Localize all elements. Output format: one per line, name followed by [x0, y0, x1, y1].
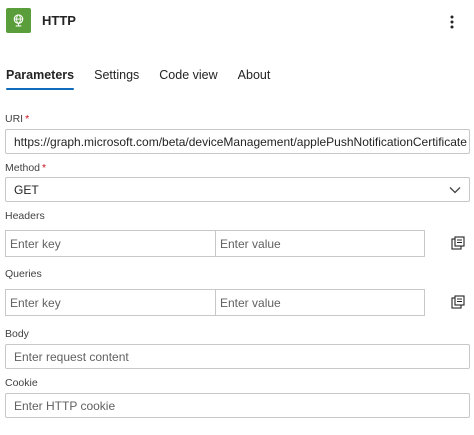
switch-to-text-mode-icon: [451, 236, 465, 250]
switch-to-text-mode-icon: [451, 295, 465, 309]
queries-label: Queries: [5, 268, 42, 280]
cookie-placeholder: Enter HTTP cookie: [14, 398, 116, 413]
cookie-label: Cookie: [5, 377, 38, 389]
method-value: GET: [14, 182, 39, 197]
body-label: Body: [5, 328, 29, 340]
query-value-placeholder: Enter value: [220, 295, 281, 310]
header-key-input[interactable]: Enter key: [5, 230, 216, 257]
tab-about[interactable]: About: [238, 68, 271, 90]
more-options-button[interactable]: [446, 13, 458, 31]
uri-value: https://graph.microsoft.com/beta/deviceM…: [14, 134, 467, 149]
query-value-input[interactable]: Enter value: [215, 289, 425, 316]
globe-icon: [13, 14, 24, 27]
cookie-input[interactable]: Enter HTTP cookie: [5, 393, 470, 418]
uri-label: URI *: [5, 113, 29, 125]
header-value-input[interactable]: Enter value: [215, 230, 425, 257]
query-key-input[interactable]: Enter key: [5, 289, 216, 316]
headers-label: Headers: [5, 210, 45, 222]
body-placeholder: Enter request content: [14, 349, 129, 364]
required-mark: *: [42, 162, 47, 174]
method-dropdown[interactable]: GET: [5, 177, 470, 202]
header-key-placeholder: Enter key: [10, 236, 61, 251]
more-vertical-icon: [450, 15, 454, 29]
action-title: HTTP: [42, 13, 76, 28]
uri-label-text: URI: [5, 113, 24, 125]
uri-input[interactable]: https://graph.microsoft.com/beta/deviceM…: [5, 129, 470, 154]
headers-text-mode-button[interactable]: [450, 235, 466, 251]
body-input[interactable]: Enter request content: [5, 344, 470, 369]
tab-code-view[interactable]: Code view: [159, 68, 217, 90]
query-key-placeholder: Enter key: [10, 295, 61, 310]
tab-bar: Parameters Settings Code view About: [6, 68, 290, 90]
chevron-down-icon: [449, 186, 461, 193]
header-value-placeholder: Enter value: [220, 236, 281, 251]
queries-text-mode-button[interactable]: [450, 294, 466, 310]
tab-parameters[interactable]: Parameters: [6, 68, 75, 90]
tab-settings[interactable]: Settings: [94, 68, 139, 90]
method-label: Method *: [5, 162, 46, 174]
required-mark: *: [25, 113, 30, 125]
app-icon: [6, 8, 31, 33]
method-label-text: Method: [5, 162, 41, 174]
